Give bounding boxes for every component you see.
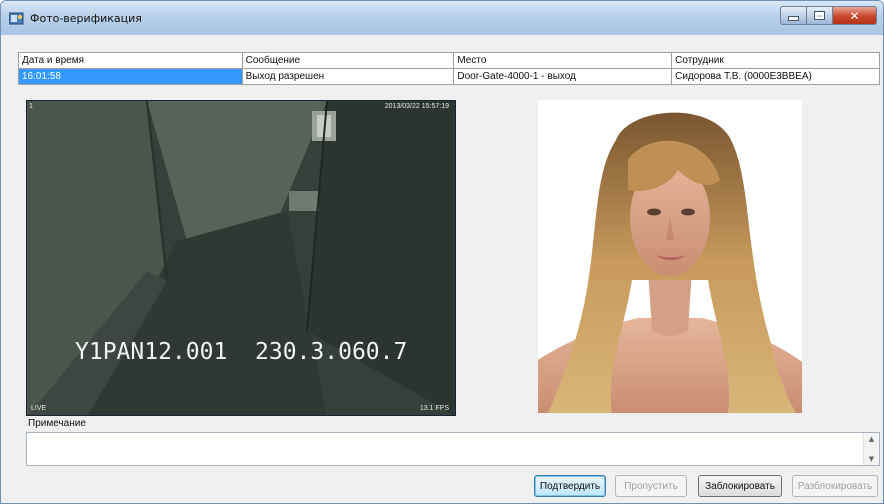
app-icon <box>9 12 24 25</box>
camera-channel: 1 <box>29 103 33 110</box>
minimize-button[interactable] <box>780 6 807 25</box>
confirm-button[interactable]: Подтвердить <box>534 475 606 497</box>
minimize-icon <box>788 16 799 21</box>
title-bar[interactable]: Фото-верификация ✕ <box>1 1 883 35</box>
column-header-place[interactable]: Место <box>453 52 673 69</box>
maximize-button[interactable] <box>807 6 833 25</box>
cell-employee[interactable]: Сидорова Т.В. (0000E3BBEA) <box>671 68 880 85</box>
portrait-illustration <box>538 100 802 413</box>
cell-message[interactable]: Выход разрешен <box>241 68 455 85</box>
block-button[interactable]: Заблокировать <box>698 475 782 497</box>
note-label: Примечание <box>28 418 86 429</box>
cell-place[interactable]: Door-Gate-4000-1 - выход <box>453 68 673 85</box>
close-icon: ✕ <box>849 8 860 23</box>
column-header-message[interactable]: Сообщение <box>241 52 455 69</box>
note-scrollbar[interactable]: ▲ ▼ <box>863 433 879 465</box>
maximize-icon <box>814 11 825 20</box>
caption-buttons: ✕ <box>780 6 877 25</box>
skip-button[interactable]: Пропустить <box>615 475 687 497</box>
events-table: Дата и время Сообщение Место Сотрудник 1… <box>18 52 880 85</box>
note-textarea[interactable]: ▲ ▼ <box>26 432 880 466</box>
corridor-scene <box>27 101 455 415</box>
column-header-datetime[interactable]: Дата и время <box>18 52 243 69</box>
camera-snapshot: 1 2013/03/22 15:57:19 Y1PAN12.001 230.3.… <box>26 100 456 416</box>
scroll-up-icon[interactable]: ▲ <box>864 435 879 443</box>
cell-time[interactable]: 16:01:58 <box>18 68 243 85</box>
scroll-down-icon[interactable]: ▼ <box>864 455 879 463</box>
camera-live-label: LIVE <box>31 405 47 412</box>
table-row[interactable]: 16:01:58 Выход разрешен Door-Gate-4000-1… <box>18 68 880 85</box>
camera-timestamp: 2013/03/22 15:57:19 <box>384 103 449 110</box>
camera-fps-label: 13.1 FPS <box>419 405 449 412</box>
camera-osd-text: Y1PAN12.001 230.3.060.7 <box>75 339 408 365</box>
close-button[interactable]: ✕ <box>833 6 877 25</box>
table-header-row: Дата и время Сообщение Место Сотрудник <box>18 52 880 69</box>
employee-photo <box>538 100 802 413</box>
window-title: Фото-верификация <box>30 12 142 25</box>
column-header-employee[interactable]: Сотрудник <box>671 52 880 69</box>
unblock-button[interactable]: Разблокировать <box>792 475 878 497</box>
